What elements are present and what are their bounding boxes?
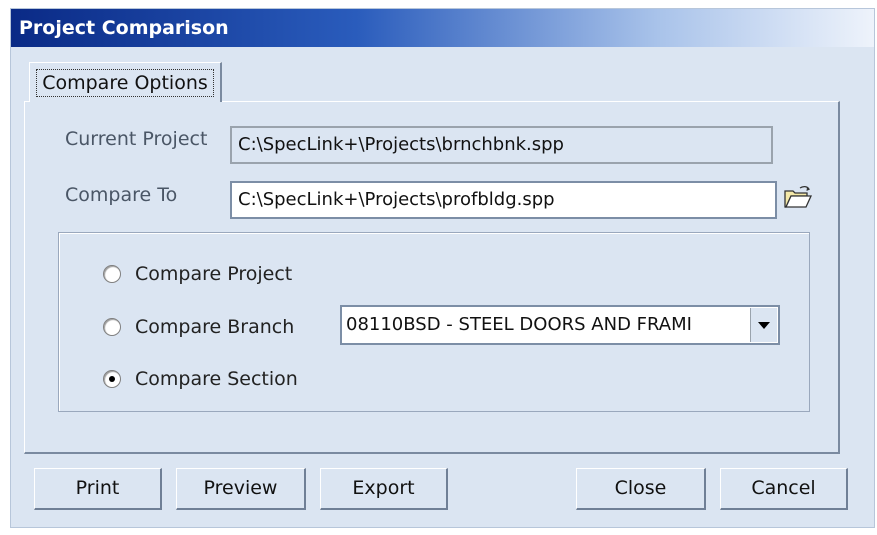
export-button[interactable]: Export <box>320 468 448 510</box>
compare-to-label: Compare To <box>65 184 178 206</box>
current-project-label: Current Project <box>65 128 208 150</box>
preview-button[interactable]: Preview <box>176 468 306 510</box>
section-select-value: 08110BSD - STEEL DOORS AND FRAMI <box>346 314 692 335</box>
chevron-down-icon <box>758 322 770 329</box>
compare-to-field[interactable]: C:\SpecLink+\Projects\profbldg.spp <box>230 181 777 219</box>
compare-branch-label: Compare Branch <box>135 316 295 338</box>
cancel-button[interactable]: Cancel <box>720 468 848 510</box>
open-folder-icon[interactable] <box>783 185 813 211</box>
tab-compare-options[interactable]: Compare Options <box>29 62 222 102</box>
print-button[interactable]: Print <box>34 468 162 510</box>
compare-section-label: Compare Section <box>135 368 298 390</box>
dialog-title: Project Comparison <box>11 9 874 47</box>
compare-branch-radio[interactable] <box>103 318 121 336</box>
compare-section-radio[interactable] <box>103 370 121 388</box>
close-button[interactable]: Close <box>576 468 706 510</box>
tab-label: Compare Options <box>36 69 214 97</box>
section-select[interactable]: 08110BSD - STEEL DOORS AND FRAMI <box>340 305 780 345</box>
current-project-field: C:\SpecLink+\Projects\brnchbnk.spp <box>230 126 773 164</box>
compare-project-radio[interactable] <box>103 265 121 283</box>
compare-project-label: Compare Project <box>135 263 293 285</box>
dropdown-button[interactable] <box>750 308 777 342</box>
